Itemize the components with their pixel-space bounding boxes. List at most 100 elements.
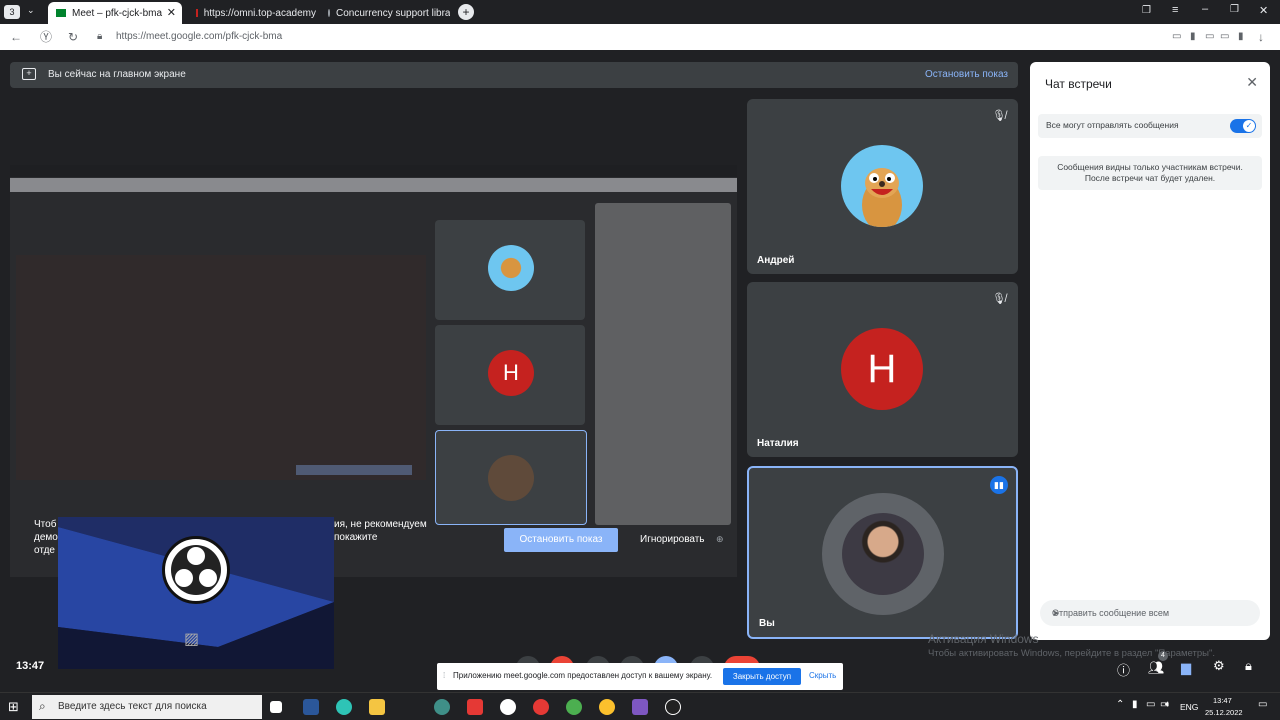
present-icon: + (22, 68, 36, 80)
opera-icon[interactable] (533, 699, 549, 715)
speaking-indicator-icon: ▮▮ (990, 476, 1008, 494)
windows-start-icon[interactable]: ⊞ (8, 699, 19, 715)
chat-input[interactable]: Отправить сообщение всем ➤ (1040, 600, 1260, 626)
meeting-clock: 13:47 (16, 660, 45, 672)
tab-search-icon[interactable]: ⌄ (27, 5, 35, 16)
activities-icon[interactable]: ⚙︎ (1213, 658, 1225, 674)
close-icon[interactable]: ✕ (1246, 74, 1258, 91)
lock-icon: 🔒︎ (97, 31, 103, 42)
presenting-banner: + Вы сейчас на главном экране Остановить… (10, 62, 1018, 88)
hide-link[interactable]: Скрыть (809, 671, 836, 680)
participant-name: Наталия (757, 438, 799, 449)
yandex-icon[interactable]: Ⓨ (40, 30, 52, 44)
ignore-button[interactable]: Игнорировать (640, 534, 705, 545)
stop-sharing-button[interactable]: Остановить показ (504, 528, 618, 552)
meerkat-icon (862, 168, 902, 227)
search-icon: ⌕ (39, 699, 46, 713)
people-icon[interactable]: 👥︎ (1148, 660, 1165, 676)
avatar-initial: Н (841, 328, 923, 410)
chrome-2-icon[interactable] (599, 699, 615, 715)
overlay-text-r1: ия, не рекомендуем (334, 519, 427, 530)
chat-permission-row: Все могут отправлять сообщения ✓ (1038, 114, 1262, 138)
tab-meet[interactable]: Meet – pfk-cjck-bma ✕ (48, 2, 182, 24)
host-controls-icon[interactable]: 🔒︎ (1245, 658, 1252, 674)
file-explorer-icon[interactable] (369, 699, 385, 715)
tab-concurrency[interactable]: Concurrency support libra (320, 2, 450, 24)
minimize-icon[interactable]: – (1202, 3, 1208, 15)
clock-date[interactable]: 25.12.2022 (1205, 708, 1243, 717)
mic-icon[interactable]: ▮ (1190, 30, 1196, 44)
toggle-label: Все могут отправлять сообщения (1046, 120, 1179, 130)
clock-time[interactable]: 13:47 (1213, 696, 1232, 705)
yandex-browser-icon[interactable] (500, 699, 516, 715)
reload-icon[interactable]: ↻ (68, 30, 78, 44)
camera-icon[interactable]: ▭ (1172, 30, 1181, 44)
mic-off-icon: 🎙︎̸ (992, 293, 1006, 305)
language-indicator[interactable]: ENG (1180, 702, 1198, 712)
chat-info-note: Сообщения видны только участникам встреч… (1038, 156, 1262, 190)
banner-text: Вы сейчас на главном экране (48, 69, 186, 80)
screen-share-preview: Н (10, 165, 737, 577)
bookmark-icon[interactable]: ▮ (1238, 30, 1244, 44)
favicon-icon (328, 9, 330, 17)
participant-tile-self[interactable]: ▮▮ Вы (747, 466, 1018, 639)
refresh-app-icon[interactable] (434, 699, 450, 715)
taskbar-search[interactable]: ⌕ Введите здесь текст для поиска (32, 695, 262, 719)
info-icon[interactable]: ⓘ (1117, 660, 1130, 679)
edge-icon[interactable] (336, 699, 352, 715)
close-window-icon[interactable]: ✕ (1259, 4, 1268, 17)
restore-icon[interactable]: ❐ (1230, 4, 1239, 15)
share-message: Приложению meet.google.com предоставлен … (453, 671, 713, 680)
close-access-button[interactable]: Закрыть доступ (723, 668, 801, 685)
battery-icon: ▭ (1146, 699, 1156, 710)
participant-name: Вы (759, 618, 775, 629)
search-placeholder: Введите здесь текст для поиска (58, 701, 207, 712)
browser-tab-strip: 3 ⌄ Meet – pfk-cjck-bma ✕ https://omni.t… (0, 0, 1280, 24)
send-icon[interactable]: ➤ (1052, 608, 1252, 619)
drag-handle-icon[interactable]: ⁞ (443, 671, 445, 680)
tab-omni[interactable]: https://omni.top-academy (188, 2, 316, 24)
preview-chat (595, 203, 731, 525)
chat-panel: Чат встречи ✕ Все могут отправлять сообщ… (1030, 62, 1270, 640)
notifications-icon[interactable]: ▭ (1258, 699, 1267, 710)
app-icon[interactable] (303, 699, 319, 715)
chrome-icon[interactable] (566, 699, 582, 715)
meet-favicon-icon (56, 9, 66, 17)
collections-icon[interactable]: ❐ (1142, 5, 1151, 16)
overlay-text-3: отде (34, 545, 55, 556)
task-view-icon[interactable] (270, 701, 282, 713)
url-field[interactable]: https://meet.google.com/pfk-cjck-bma (116, 31, 282, 42)
yandex-icon[interactable] (467, 699, 483, 715)
participant-tile-andrey[interactable]: 🎙︎̸ Андрей (747, 99, 1018, 274)
back-icon[interactable]: ← (10, 30, 22, 44)
visual-studio-icon[interactable] (632, 699, 648, 715)
screen-share-icon[interactable]: ▭ (1205, 30, 1214, 44)
tab-label: https://omni.top-academy (203, 7, 316, 19)
overlay-text-1: Чтоб (34, 519, 57, 530)
participant-name: Андрей (757, 255, 795, 266)
download-icon[interactable]: ↓ (1258, 30, 1264, 44)
participant-tile-natalia[interactable]: 🎙︎̸ Н Наталия (747, 282, 1018, 457)
tray-chevron-icon[interactable]: ⌃ (1116, 699, 1124, 710)
check-icon: ✓ (1243, 120, 1255, 132)
close-icon[interactable]: ✕ (167, 6, 176, 19)
mic-tray-icon: ▮ (1132, 699, 1138, 710)
lock-icon: ⊕ (716, 534, 724, 544)
preview-inner-screen (16, 255, 426, 480)
tab-label: Concurrency support libra (336, 7, 450, 19)
preview-tabbar (10, 165, 737, 177)
obs-icon[interactable] (665, 699, 681, 715)
preview-avatar-meerkat (488, 245, 534, 291)
new-tab-button[interactable]: + (458, 4, 474, 20)
chat-icon[interactable]: ▆ (1181, 660, 1191, 676)
screen-share-notification: ⁞ Приложению meet.google.com предоставле… (437, 663, 843, 690)
note-line-2: После встречи чат будет удален. (1084, 173, 1216, 183)
volume-icon[interactable]: 🔈︎ (1165, 699, 1171, 710)
window-menu-icon[interactable]: 3 (4, 5, 20, 19)
menu-icon[interactable]: ≡ (1172, 4, 1178, 16)
obs-logo-icon (162, 536, 230, 604)
avatar-meerkat (841, 145, 923, 227)
allow-messages-toggle[interactable]: ✓ (1230, 119, 1256, 133)
chat-icon[interactable]: ▭ (1220, 30, 1229, 44)
stop-presenting-link[interactable]: Остановить показ (925, 69, 1008, 80)
